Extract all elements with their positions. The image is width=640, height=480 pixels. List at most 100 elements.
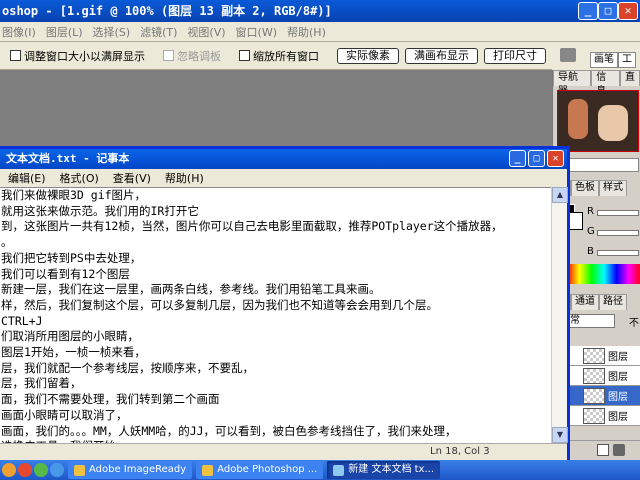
text-line: 图层1开始，一桢一桢来看， [1,345,146,360]
slider-track [597,250,639,256]
minimize-button[interactable]: _ [578,2,598,20]
checkbox-box [163,50,174,61]
notepad-maximize-button[interactable]: □ [528,150,545,167]
tab-brushes[interactable]: 画笔 [590,52,618,68]
slider-b[interactable]: B [587,246,639,257]
options-bar: 调整窗口大小以满屏显示 忽略调板 缩放所有窗口 实际像素 满画布显示 打印尺寸 [0,42,552,70]
menu-select[interactable]: 选择(S) [93,24,131,40]
slider-track [597,230,639,236]
navigator-thumbnail[interactable] [557,90,639,152]
vertical-scrollbar[interactable]: ▲ ▼ [551,187,568,443]
channel-label: R [587,206,594,217]
slider-g[interactable]: G [587,226,639,237]
text-line: 们取消所用图层的小眼睛， [1,329,139,344]
menu-filter[interactable]: 滤镜(T) [140,24,177,40]
quicklaunch-icon[interactable] [2,463,16,477]
blend-mode-select[interactable]: 常 [567,314,615,328]
menu-layer[interactable]: 图层(L) [46,24,83,40]
scroll-up-arrow-icon[interactable]: ▲ [552,187,568,203]
quicklaunch-icon[interactable] [34,463,48,477]
figure-shape [568,99,588,139]
figure-shape [598,105,628,141]
layer-row[interactable]: 图层 [567,346,640,366]
tab-channels[interactable]: 通道 [571,294,599,310]
channel-label: G [587,226,595,237]
menu-view[interactable]: 查看(V) [113,170,151,186]
slider-track [597,210,639,216]
text-line: 我们把它转到PS中去处理， [1,250,142,265]
tab-swatches[interactable]: 色板 [571,180,599,196]
menu-window[interactable]: 窗口(W) [236,24,277,40]
layer-thumbnail [583,367,605,384]
tab-paths[interactable]: 路径 [599,294,627,310]
notepad-icon [333,464,345,476]
layer-name: 图层 [608,412,628,423]
taskbar-imageready[interactable]: Adobe ImageReady [68,461,193,479]
text-line: 我们来做裸眼3D gif图片， [1,188,147,202]
text-line: 就用这张来做示范。我们用的IR打开它 [1,203,199,218]
resize-window-checkbox[interactable]: 调整窗口大小以满屏显示 [10,48,145,64]
tab-tools[interactable]: 工 [618,52,636,68]
photoshop-menu-bar: 图像(I) 图层(L) 选择(S) 滤镜(T) 视图(V) 窗口(W) 帮助(H… [0,22,640,42]
blend-mode-value: 常 [570,315,580,326]
taskbar-photoshop[interactable]: Adobe Photoshop ... [196,461,324,479]
layer-thumbnail [583,387,605,404]
fit-screen-button[interactable]: 满画布显示 [405,47,478,64]
color-spectrum[interactable] [567,264,640,284]
menu-help[interactable]: 帮助(H) [165,170,204,186]
text-line: 样，然后，我们复制这个层，可以多复制几层，因为我们也不知道等会会用到几个层。 [1,297,438,312]
task-label: Adobe Photoshop ... [217,464,318,475]
notepad-text-area[interactable]: 我们来做裸眼3D gif图片， 就用这张来做示范。我们用的IR打开它 到，这张图片一… [0,187,551,443]
menu-help[interactable]: 帮助(H) [287,24,326,40]
quicklaunch-icon[interactable] [18,463,32,477]
checkbox-box [10,50,21,61]
notepad-title: 文本文档.txt - 记事本 [6,152,130,165]
scroll-down-arrow-icon[interactable]: ▼ [552,427,568,443]
photoshop-title-bar: oshop - [1.gif @ 100% (图层 13 副本 2, RGB/8… [0,0,640,22]
maximize-button[interactable]: □ [598,2,618,20]
menu-format[interactable]: 格式(O) [60,170,99,186]
notepad-menu-bar: 编辑(E) 格式(O) 查看(V) 帮助(H) [0,169,567,187]
taskbar-notepad[interactable]: 新建 文本文档 tx... [327,461,440,479]
menu-image[interactable]: 图像(I) [2,24,36,40]
text-line: 面，我们不需要处理，我们转到第二个画面 [1,392,220,407]
actual-pixels-button[interactable]: 实际像素 [337,47,399,64]
new-layer-icon[interactable] [597,444,609,456]
menu-edit[interactable]: 编辑(E) [8,170,46,186]
zoom-all-checkbox[interactable]: 缩放所有窗口 [239,48,319,64]
tab-histogram[interactable]: 直 [620,70,640,86]
tab-styles[interactable]: 样式 [599,180,627,196]
ignore-palettes-checkbox[interactable]: 忽略调板 [163,48,221,64]
channel-label: B [587,246,594,257]
print-size-button[interactable]: 打印尺寸 [484,47,546,64]
tab-navigator[interactable]: 导航器 [553,70,592,97]
layer-thumbnail [583,347,605,364]
layer-name: 图层 [608,352,628,363]
zoom-all-label: 缩放所有窗口 [253,49,319,63]
opacity-label: 不 [629,318,639,329]
layer-row[interactable]: 图层 [567,386,640,406]
tab-info[interactable]: 信息 [591,70,620,97]
notepad-close-button[interactable]: ✕ [547,150,564,167]
text-line: 层，我们就配一个参考线层，按顺序来，不要乱， [1,360,254,375]
taskbar: Adobe ImageReady Adobe Photoshop ... 新建 … [0,460,640,480]
imageready-icon [74,464,85,476]
layer-name: 图层 [608,392,628,403]
layer-row[interactable]: 图层 [567,366,640,386]
notepad-window: 文本文档.txt - 记事本 _ □ ✕ 编辑(E) 格式(O) 查看(V) 帮… [0,146,570,462]
photoshop-icon [202,464,214,476]
printer-icon[interactable] [560,48,576,62]
slider-r[interactable]: R [587,206,639,217]
text-line: CTRL+J [1,313,43,328]
cursor-position: Ln 18, Col 3 [430,446,490,457]
quicklaunch-icon[interactable] [50,463,64,477]
palette-well: 画笔 工 [552,42,640,70]
text-line: 新建一层，我们在这一层里，画两条白线，参考线。我们用铅笔工具来画。 [1,282,381,297]
layer-name: 图层 [608,372,628,383]
text-line: 画面小眼睛可以取消了， [1,407,128,422]
trash-icon[interactable] [613,444,625,456]
close-button[interactable]: ✕ [618,2,638,20]
menu-view[interactable]: 视图(V) [187,24,225,40]
layer-row[interactable]: 图层 [567,406,640,426]
notepad-minimize-button[interactable]: _ [509,150,526,167]
